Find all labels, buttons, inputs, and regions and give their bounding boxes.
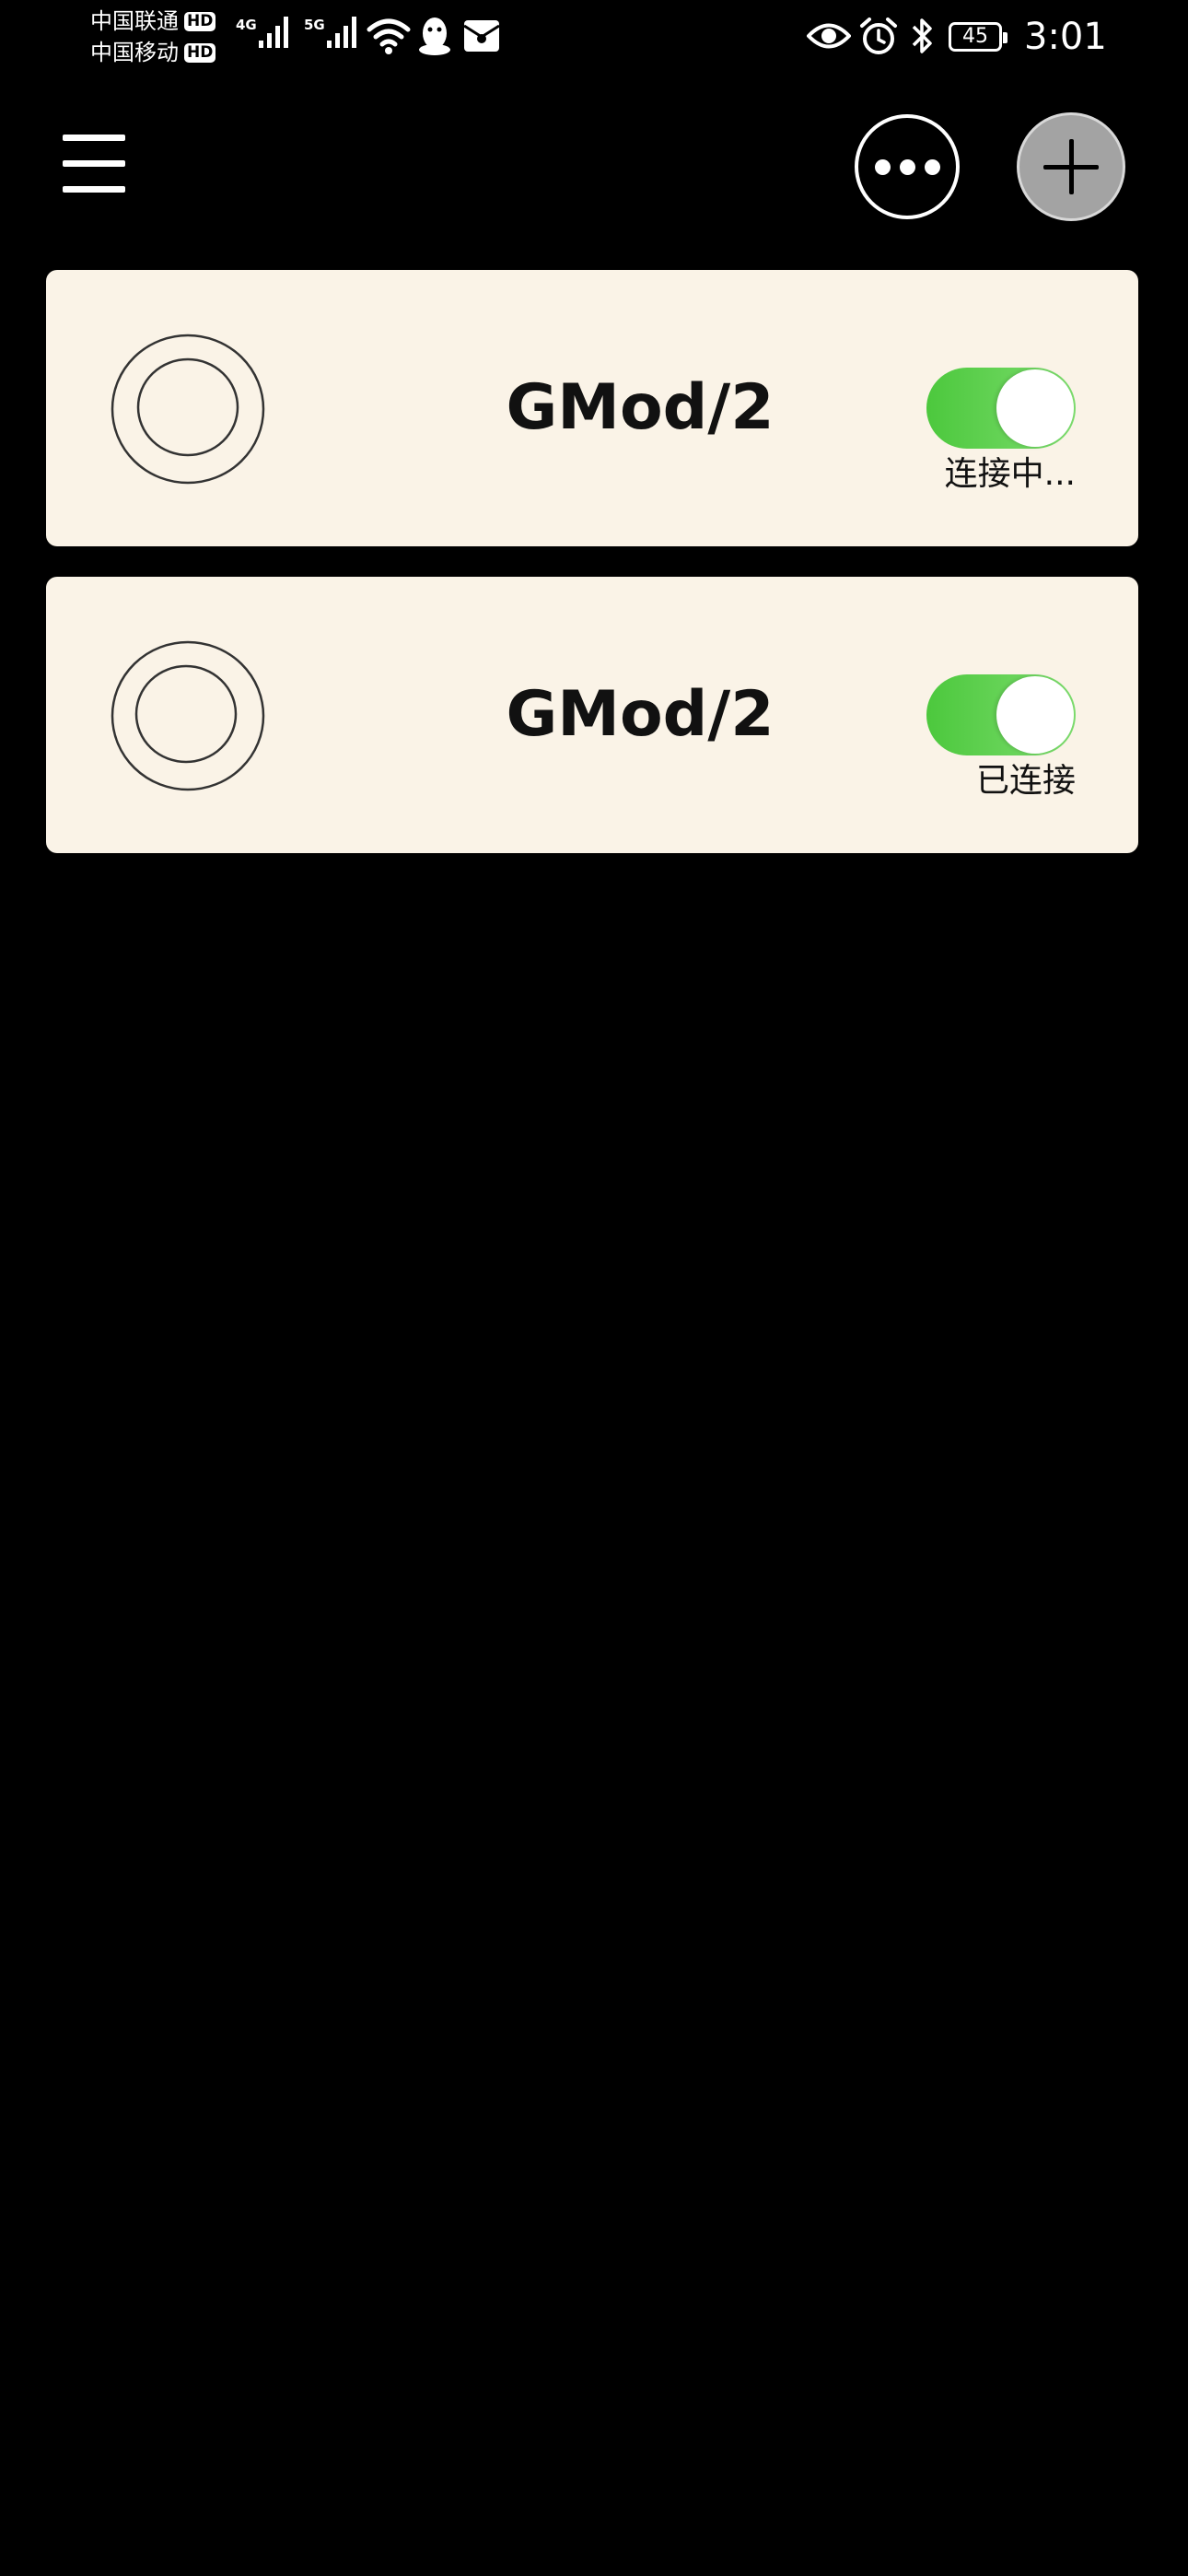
eye-icon xyxy=(807,23,851,49)
carrier-row: 中国联通 HD xyxy=(90,7,216,35)
alarm-icon xyxy=(860,18,897,54)
carrier-name: 中国移动 xyxy=(90,40,179,65)
network-type-label: 5G xyxy=(304,17,325,33)
app-screen: 中国联通 HD 中国移动 HD 4G 5G 45 3:01 GMod/2 连接中… xyxy=(0,0,1188,2576)
more-dots-icon xyxy=(924,158,940,175)
hd-badge: HD xyxy=(184,11,216,31)
hd-badge: HD xyxy=(184,42,216,63)
device-connection-toggle[interactable] xyxy=(926,674,1076,755)
signal-4g-icon: 4G xyxy=(236,17,288,48)
carrier-name: 中国联通 xyxy=(90,8,179,34)
device-name: GMod/2 xyxy=(506,371,775,444)
battery-level: 45 xyxy=(962,25,988,48)
device-ring-icon xyxy=(111,640,265,791)
device-connection-toggle[interactable] xyxy=(926,368,1076,449)
battery-icon: 45 xyxy=(949,22,1007,52)
more-options-button[interactable] xyxy=(855,114,960,219)
more-dots-icon xyxy=(874,158,891,175)
device-card[interactable]: GMod/2 已连接 xyxy=(46,577,1138,853)
qq-icon xyxy=(419,18,450,55)
network-type-label: 4G xyxy=(236,17,257,33)
wifi-icon xyxy=(367,18,411,54)
envelope-icon xyxy=(463,20,500,52)
carrier-row: 中国移动 HD xyxy=(90,39,216,66)
signal-5g-icon: 5G xyxy=(304,17,356,48)
status-time: 3:01 xyxy=(1024,16,1107,58)
device-card[interactable]: GMod/2 连接中... xyxy=(46,270,1138,546)
device-status: 连接中... xyxy=(944,455,1076,493)
hamburger-menu-icon[interactable] xyxy=(57,127,131,201)
bluetooth-icon xyxy=(912,18,932,53)
toggle-knob xyxy=(996,676,1074,754)
toggle-knob xyxy=(996,369,1074,447)
device-name: GMod/2 xyxy=(506,678,775,751)
status-bar: 中国联通 HD 中国移动 HD 4G 5G 45 3:01 xyxy=(0,0,1188,74)
add-device-button[interactable] xyxy=(1017,112,1125,221)
more-dots-icon xyxy=(899,158,915,175)
carrier-list: 中国联通 HD 中国移动 HD xyxy=(90,7,216,66)
device-status: 已连接 xyxy=(975,762,1076,800)
device-ring-icon xyxy=(111,334,265,485)
